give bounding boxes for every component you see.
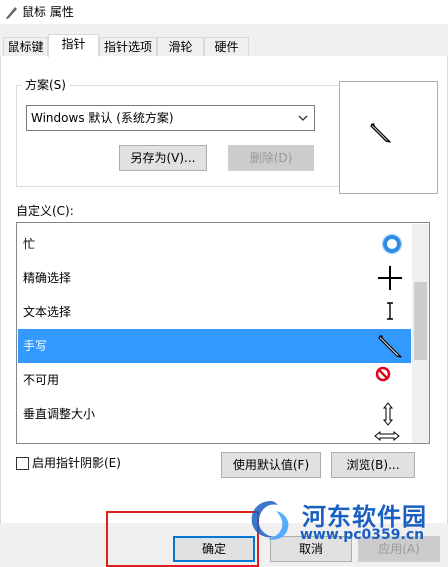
busy-ring-icon bbox=[382, 234, 402, 254]
scheme-select-value: Windows 默认 (系统方案) bbox=[31, 111, 174, 125]
list-item-label: 文本选择 bbox=[23, 305, 72, 319]
list-item-vertical-resize[interactable]: 垂直调整大小 bbox=[18, 397, 411, 431]
tab-pointer-options[interactable]: 指针选项 bbox=[99, 37, 157, 57]
title-bar: 鼠标 属性 bbox=[0, 0, 448, 24]
scheme-group bbox=[16, 85, 355, 187]
list-item-label: 不可用 bbox=[23, 373, 60, 387]
custom-label: 自定义(C): bbox=[16, 204, 74, 218]
list-item-handwriting[interactable]: 手写 bbox=[18, 329, 411, 363]
list-scrollbar[interactable] bbox=[412, 224, 429, 443]
highlight-frame bbox=[106, 511, 259, 567]
list-item-label: 垂直调整大小 bbox=[23, 407, 96, 421]
browse-button[interactable]: 浏览(B)... bbox=[331, 452, 415, 478]
scheme-select[interactable]: Windows 默认 (系统方案) bbox=[26, 105, 315, 131]
pointer-shadow-checkbox[interactable] bbox=[16, 457, 29, 470]
tab-wheel[interactable]: 滑轮 bbox=[157, 37, 204, 57]
use-default-button[interactable]: 使用默认值(F) bbox=[221, 452, 321, 478]
unavailable-icon bbox=[375, 366, 391, 382]
crosshair-icon bbox=[378, 266, 402, 290]
list-item-label: 精确选择 bbox=[23, 271, 72, 285]
mouse-pen-icon bbox=[6, 7, 17, 19]
vertical-resize-icon bbox=[382, 402, 394, 426]
cursor-list[interactable]: 忙 精确选择 文本选择 手写 不可用 垂直调整大小 bbox=[16, 222, 430, 444]
cursor-preview bbox=[339, 81, 438, 194]
list-item-label: 忙 bbox=[23, 237, 36, 251]
window-title: 鼠标 属性 bbox=[22, 5, 74, 19]
chevron-down-icon bbox=[298, 115, 308, 121]
tab-hardware[interactable]: 硬件 bbox=[204, 37, 249, 57]
pointer-shadow-label: 启用指针阴影(E) bbox=[32, 456, 121, 470]
text-beam-icon bbox=[387, 302, 393, 320]
list-item-unavailable[interactable]: 不可用 bbox=[18, 363, 411, 397]
tab-pointers[interactable]: 指针 bbox=[48, 34, 99, 57]
pen-icon bbox=[378, 335, 402, 358]
watermark-url: www.pc0359.cn bbox=[300, 527, 425, 543]
scheme-group-label: 方案(S) bbox=[22, 77, 69, 93]
list-item-busy[interactable]: 忙 bbox=[18, 227, 411, 261]
save-as-button[interactable]: 另存为(V)... bbox=[119, 145, 207, 171]
delete-button[interactable]: 删除(D) bbox=[228, 145, 314, 171]
horizontal-resize-icon bbox=[374, 430, 400, 442]
pen-icon bbox=[370, 123, 391, 143]
list-item-label: 手写 bbox=[23, 339, 48, 353]
tab-mouse-buttons[interactable]: 鼠标键 bbox=[3, 37, 48, 57]
scrollbar-thumb[interactable] bbox=[414, 282, 427, 360]
list-item-text-select[interactable]: 文本选择 bbox=[18, 295, 411, 329]
list-item-precision-select[interactable]: 精确选择 bbox=[18, 261, 411, 295]
watermark-logo-icon bbox=[251, 501, 289, 540]
